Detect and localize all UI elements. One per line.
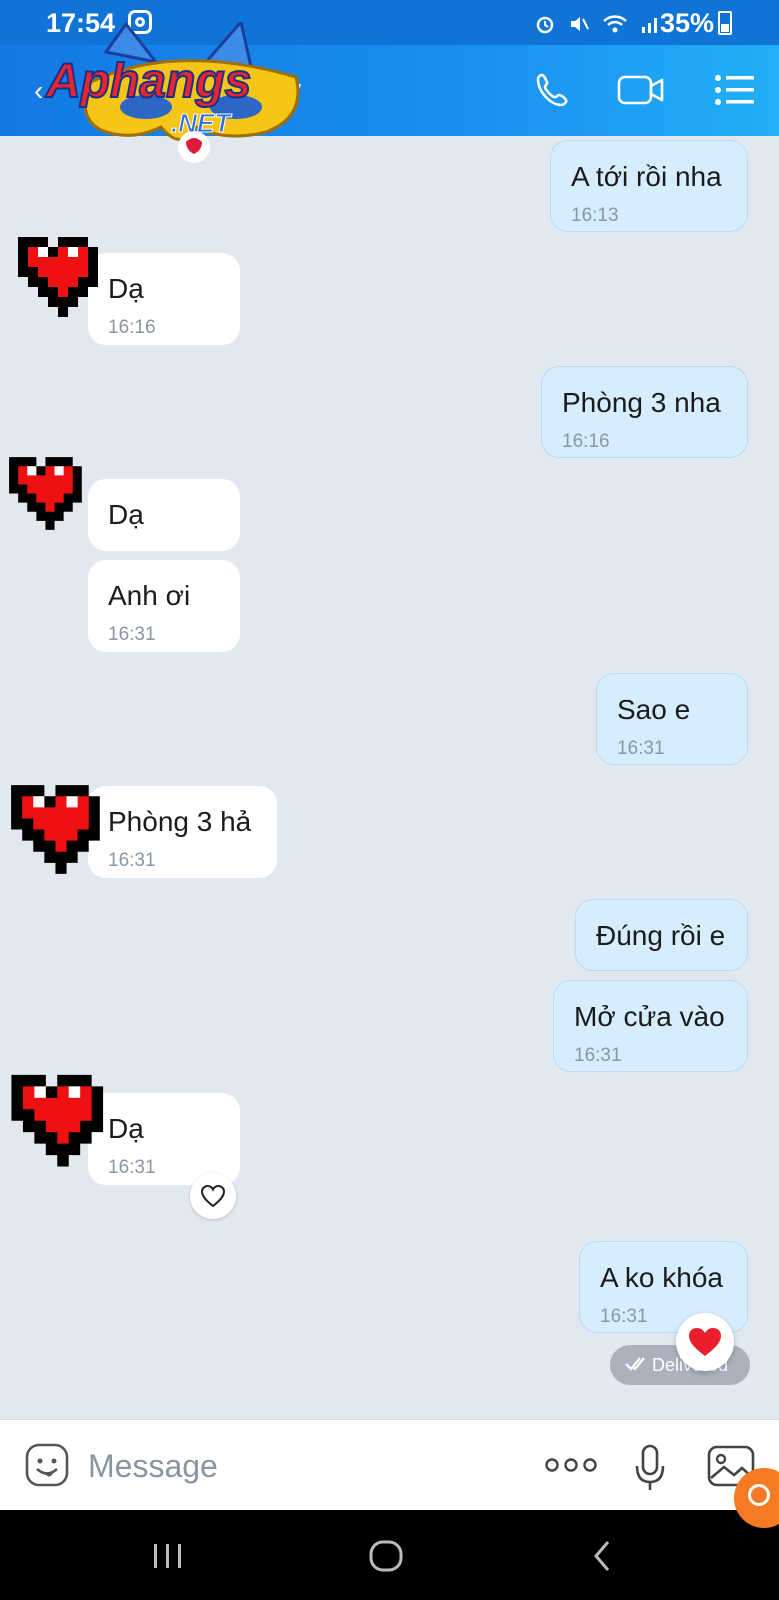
- message-bubble[interactable]: Sao e 16:31: [596, 673, 748, 765]
- message-bubble[interactable]: Phòng 3 nha 16:16: [541, 366, 748, 458]
- back-nav-icon[interactable]: [584, 1538, 624, 1574]
- conversation-menu-button[interactable]: [710, 65, 760, 115]
- recent-apps-icon[interactable]: [148, 1538, 188, 1574]
- message-text: Sao e: [617, 694, 691, 725]
- microphone-icon[interactable]: [632, 1444, 668, 1492]
- message-time: 16:31: [574, 1045, 622, 1066]
- add-reaction-button[interactable]: [190, 1173, 236, 1219]
- pixel-heart-sticker: [11, 785, 100, 874]
- pixel-heart-sticker: [9, 457, 82, 530]
- message-bubble[interactable]: A tới rồi nha 16:13: [550, 140, 748, 232]
- heart-icon: [689, 1328, 721, 1356]
- system-nav-bar: [0, 1510, 779, 1600]
- message-bubble[interactable]: Đúng rồi e: [575, 899, 748, 971]
- message-text: Mở cửa vào: [574, 1001, 725, 1032]
- message-time: 16:31: [108, 624, 156, 645]
- chat-list[interactable]: A tới rồi nha 16:13 Dạ 16:16 Phòng 3 nha…: [0, 136, 779, 1419]
- battery-percent: 35%: [660, 8, 715, 38]
- message-time: 16:13: [571, 205, 619, 226]
- battery-icon: [718, 11, 732, 35]
- message-bubble[interactable]: Anh ơi 16:31: [88, 560, 240, 652]
- message-time: 16:16: [562, 431, 610, 452]
- reaction-heart[interactable]: [676, 1313, 734, 1371]
- message-bubble[interactable]: Dạ: [88, 479, 240, 551]
- wifi-icon: [603, 15, 628, 33]
- message-text: A tới rồi nha: [571, 161, 722, 192]
- message-time: 16:31: [600, 1306, 648, 1327]
- more-options-icon[interactable]: [545, 1454, 597, 1476]
- message-text: Dạ: [108, 499, 144, 530]
- phone-call-button[interactable]: [528, 65, 578, 115]
- message-input[interactable]: [88, 1444, 508, 1488]
- svg-text:Aphangs: Aphangs: [45, 55, 251, 108]
- heart-outline-icon: [200, 1184, 226, 1208]
- double-check-icon: [625, 1357, 645, 1371]
- status-icons: [534, 10, 662, 36]
- alarm-icon: [536, 16, 554, 34]
- message-composer: [0, 1419, 779, 1510]
- message-bubble[interactable]: Mở cửa vào 16:31: [553, 980, 748, 1072]
- mute-icon: [571, 17, 590, 32]
- pixel-heart-sticker: [18, 237, 98, 317]
- message-text: A ko khóa: [600, 1262, 723, 1293]
- video-icon: [617, 75, 664, 105]
- message-text: Phòng 3 hả: [108, 806, 252, 837]
- watermark-logo: Aphangs .NET: [44, 22, 300, 163]
- home-icon[interactable]: [366, 1538, 406, 1574]
- video-call-button[interactable]: [616, 65, 666, 115]
- message-text: Anh ơi: [108, 580, 191, 611]
- sticker-icon[interactable]: [24, 1442, 70, 1488]
- svg-text:.NET: .NET: [171, 108, 232, 138]
- message-text: Đúng rồi e: [596, 920, 726, 951]
- menu-icon: [715, 75, 754, 105]
- message-time: 16:31: [617, 738, 665, 759]
- pixel-heart-sticker: [11, 1074, 104, 1167]
- message-text: Phòng 3 nha: [562, 387, 721, 418]
- phone-icon: [536, 73, 568, 107]
